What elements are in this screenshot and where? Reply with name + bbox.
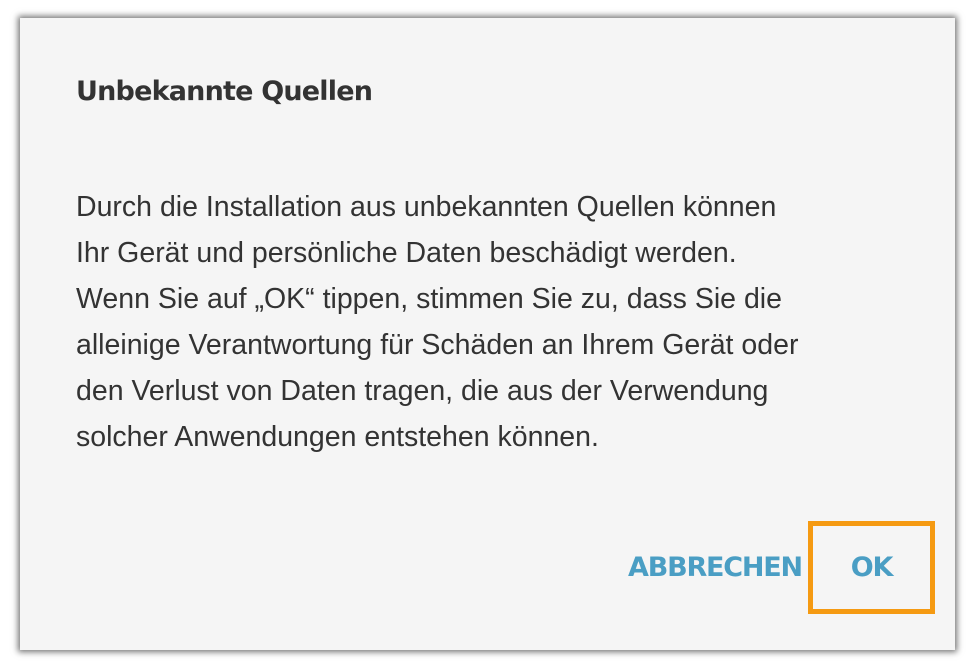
cancel-button[interactable]: ABBRECHEN <box>628 552 803 583</box>
dialog-message-line: alleinige Verantwortung für Schäden an I… <box>76 329 799 361</box>
dialog-message-line: den Verlust von Daten tragen, die aus de… <box>76 375 769 407</box>
dialog-message-line: Wenn Sie auf „OK“ tippen, stimmen Sie zu… <box>76 283 782 315</box>
ok-button-highlight: OK <box>808 521 935 614</box>
dialog-message-line: solcher Anwendungen entstehen können. <box>76 421 599 453</box>
dialog-message-line: Durch die Installation aus unbekannten Q… <box>76 191 777 223</box>
dialog-title: Unbekannte Quellen <box>76 76 373 107</box>
unknown-sources-dialog: Unbekannte Quellen Durch die Installatio… <box>20 18 955 650</box>
dialog-message: Durch die Installation aus unbekannten Q… <box>76 184 906 460</box>
ok-button[interactable]: OK <box>851 552 894 583</box>
dialog-message-line: Ihr Gerät und persönliche Daten beschädi… <box>76 237 737 269</box>
